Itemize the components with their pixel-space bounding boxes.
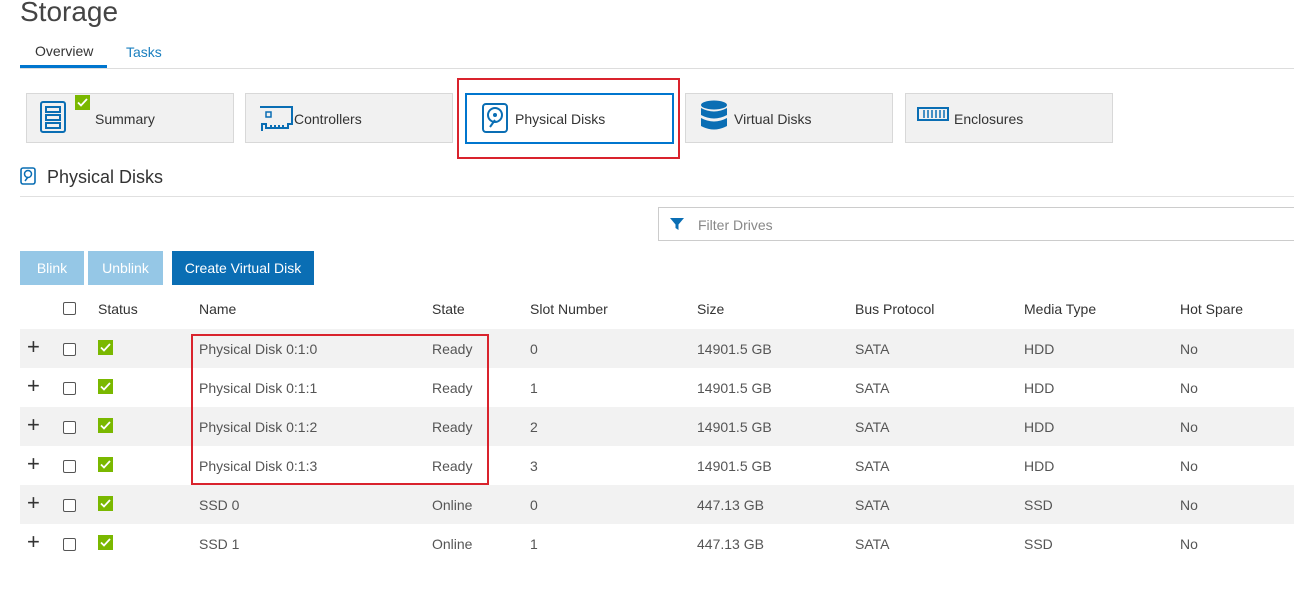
cell-media-type: HDD [1024, 458, 1055, 474]
status-ok-icon [98, 535, 113, 550]
expand-row-icon[interactable]: + [27, 492, 40, 514]
cell-slot-number: 1 [530, 536, 538, 552]
summary-card[interactable]: Summary [26, 93, 234, 143]
filter-drives-input[interactable] [696, 214, 1260, 236]
status-ok-icon [98, 379, 113, 394]
server-summary-icon [40, 101, 66, 133]
database-icon [701, 100, 727, 130]
select-all-checkbox[interactable] [63, 302, 76, 315]
cell-hot-spare: No [1180, 497, 1198, 513]
row-checkbox[interactable] [63, 421, 76, 434]
cell-bus-protocol: SATA [855, 497, 890, 513]
highlight-box-rows [191, 334, 489, 485]
cell-media-type: SSD [1024, 497, 1053, 513]
enclosures-card-label: Enclosures [954, 111, 1024, 127]
create-virtual-disk-button[interactable]: Create Virtual Disk [172, 251, 314, 285]
cell-size: 14901.5 GB [697, 341, 772, 357]
cell-bus-protocol: SATA [855, 380, 890, 396]
controllers-card[interactable]: Controllers [245, 93, 453, 143]
cell-slot-number: 0 [530, 497, 538, 513]
row-checkbox[interactable] [63, 538, 76, 551]
column-header-bus-protocol[interactable]: Bus Protocol [855, 301, 934, 317]
cell-slot-number: 3 [530, 458, 538, 474]
row-checkbox[interactable] [63, 382, 76, 395]
tab-tasks[interactable]: Tasks [126, 44, 162, 60]
column-header-slot-number[interactable]: Slot Number [530, 301, 608, 317]
page-title: Storage [20, 0, 119, 27]
cell-size: 14901.5 GB [697, 380, 772, 396]
tab-bar: Overview Tasks [20, 38, 1294, 69]
column-header-name[interactable]: Name [199, 301, 236, 317]
status-ok-icon [98, 457, 113, 472]
cell-bus-protocol: SATA [855, 458, 890, 474]
cell-hot-spare: No [1180, 536, 1198, 552]
expand-row-icon[interactable]: + [27, 531, 40, 553]
cell-hot-spare: No [1180, 380, 1198, 396]
row-checkbox[interactable] [63, 499, 76, 512]
cell-media-type: HDD [1024, 419, 1055, 435]
cell-size: 14901.5 GB [697, 458, 772, 474]
status-ok-icon [98, 418, 113, 433]
cell-size: 14901.5 GB [697, 419, 772, 435]
section-title: Physical Disks [47, 167, 164, 187]
cell-name: SSD 1 [199, 536, 240, 552]
filter-drives-box[interactable] [658, 207, 1294, 241]
controller-card-icon [260, 106, 293, 131]
cell-state: Online [432, 536, 473, 552]
cell-media-type: SSD [1024, 536, 1053, 552]
cell-slot-number: 1 [530, 380, 538, 396]
summary-card-label: Summary [95, 111, 155, 127]
virtual-disks-card-label: Virtual Disks [734, 111, 812, 127]
cell-size: 447.13 GB [697, 497, 764, 513]
status-ok-icon [98, 496, 113, 511]
row-checkbox[interactable] [63, 460, 76, 473]
column-header-media-type[interactable]: Media Type [1024, 301, 1096, 317]
filter-icon [670, 218, 684, 230]
enclosure-icon [917, 107, 949, 121]
blink-button[interactable]: Blink [20, 251, 84, 285]
expand-row-icon[interactable]: + [27, 453, 40, 475]
cell-slot-number: 0 [530, 341, 538, 357]
cell-state: Online [432, 497, 473, 513]
column-header-status[interactable]: Status [98, 301, 138, 317]
column-header-hot-spare[interactable]: Hot Spare [1180, 301, 1243, 317]
table-row[interactable]: + SSD 1 Online 1 447.13 GB SATA SSD No [20, 524, 1294, 563]
tab-overview[interactable]: Overview [35, 43, 93, 59]
cell-name: SSD 0 [199, 497, 240, 513]
cell-slot-number: 2 [530, 419, 538, 435]
controllers-card-label: Controllers [294, 111, 362, 127]
cell-hot-spare: No [1180, 458, 1198, 474]
cell-media-type: HDD [1024, 380, 1055, 396]
column-header-size[interactable]: Size [697, 301, 724, 317]
cell-bus-protocol: SATA [855, 341, 890, 357]
cell-hot-spare: No [1180, 341, 1198, 357]
unblink-button[interactable]: Unblink [88, 251, 163, 285]
column-header-state[interactable]: State [432, 301, 465, 317]
table-row[interactable]: + SSD 0 Online 0 447.13 GB SATA SSD No [20, 485, 1294, 524]
expand-row-icon[interactable]: + [27, 375, 40, 397]
section-divider [20, 196, 1294, 197]
check-badge-icon [75, 95, 90, 110]
enclosures-card[interactable]: Enclosures [905, 93, 1113, 143]
cell-size: 447.13 GB [697, 536, 764, 552]
expand-row-icon[interactable]: + [27, 414, 40, 436]
cell-hot-spare: No [1180, 419, 1198, 435]
cell-bus-protocol: SATA [855, 536, 890, 552]
status-ok-icon [98, 340, 113, 355]
active-tab-indicator [20, 65, 107, 68]
row-checkbox[interactable] [63, 343, 76, 356]
physical-disk-icon [20, 167, 36, 185]
expand-row-icon[interactable]: + [27, 336, 40, 358]
virtual-disks-card[interactable]: Virtual Disks [685, 93, 893, 143]
cell-media-type: HDD [1024, 341, 1055, 357]
highlight-box-card [457, 78, 680, 159]
cell-bus-protocol: SATA [855, 419, 890, 435]
